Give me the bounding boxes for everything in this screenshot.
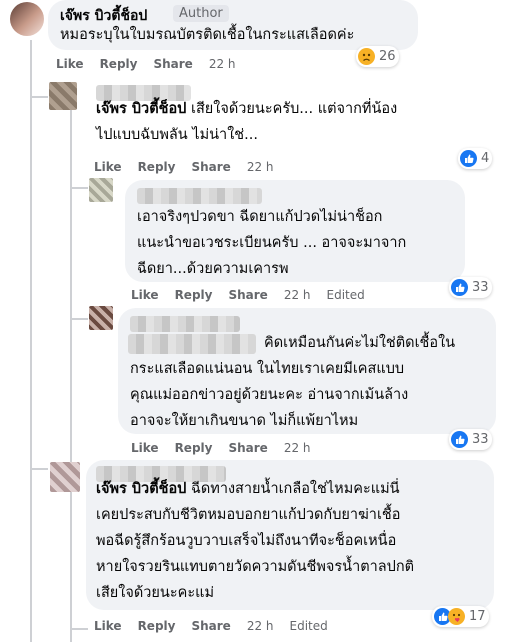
timestamp[interactable]: 22 h [247, 160, 274, 174]
reply-button[interactable]: Reply [175, 288, 213, 302]
timestamp[interactable]: 22 h [209, 57, 236, 71]
like-button[interactable]: Like [94, 619, 122, 633]
thread-connector [70, 318, 88, 320]
reply-button[interactable]: Reply [138, 619, 176, 633]
comment-author[interactable] [130, 316, 240, 332]
reaction-summary[interactable]: 17 [432, 606, 489, 627]
reaction-count: 4 [481, 151, 490, 166]
thread-connector [70, 187, 88, 189]
reaction-summary[interactable]: 26 [356, 46, 399, 67]
like-icon [451, 279, 468, 296]
reply-button[interactable]: Reply [175, 441, 213, 455]
comment-text: ไปแบบฉับพลัน ไม่น่าใช่... [96, 127, 258, 143]
comment-bubble: คิดเหมือนกันค่ะไม่ใช่ติดเชื้อใน กระแสเลื… [118, 308, 496, 434]
comment-actions: Like Reply Share 22 h [94, 160, 290, 174]
reaction-count: 33 [472, 432, 489, 447]
comment-author[interactable] [137, 188, 262, 204]
comment-actions: Like Reply Share 22 h [131, 441, 327, 455]
thread-connector [70, 628, 88, 630]
timestamp[interactable]: 22 h [284, 288, 311, 302]
reaction-count: 17 [469, 609, 486, 624]
comment-text: แนะนำขอเวชระเบียนครับ ... อาจจะมาจาก [137, 235, 407, 251]
thread-connector [30, 468, 48, 470]
comment-text: เอาจริงๆปวดขา ฉีดยาแก้ปวดไม่น่าช็อก [137, 209, 383, 225]
comment-text: เคยประสบกับชีวิตหมอบอกยาแก้ปวดกับยาฆ่าเช… [96, 507, 401, 523]
comment-text: เสียใจด้วยนะคะแม่ [96, 585, 215, 601]
avatar[interactable] [89, 306, 113, 330]
blurred-text [128, 334, 256, 354]
comment-text: หมอระบุในใบมรณบัตรติดเชื้อในกระแสเลือดค่… [60, 27, 355, 43]
avatar[interactable] [50, 462, 80, 492]
edited-label[interactable]: Edited [327, 288, 365, 302]
comment-actions: Like Reply Share 22 h Edited [94, 619, 344, 633]
reaction-count: 26 [379, 49, 396, 64]
mention-tag[interactable]: เจ๊พร บิวตี้ช็อป [96, 481, 186, 497]
reaction-count: 33 [472, 280, 489, 295]
like-button[interactable]: Like [131, 441, 159, 455]
avatar[interactable] [89, 178, 113, 202]
like-button[interactable]: Like [94, 160, 122, 174]
avatar[interactable] [10, 2, 44, 36]
comment-text: คิดเหมือนกันค่ะไม่ใช่ติดเชื้อใน [264, 335, 456, 351]
share-button[interactable]: Share [228, 288, 267, 302]
mention-tag[interactable]: เจ๊พร บิวตี้ช็อป [96, 101, 186, 117]
comment-text: ฉีดยา...ด้วยความเคารพ [137, 261, 289, 277]
comment-bubble: เจ๊พร บิวตี้ช็อป ฉีดทางสายน้ำเกลือใช่ไหม… [86, 460, 494, 610]
comment-actions: Like Reply Share 22 h Edited [131, 288, 381, 302]
comment-text: พอฉีดรู้สึกร้อนวูบวาบเสร็จไม่ถึงนาทีจะช็… [96, 533, 397, 549]
reaction-summary[interactable]: 33 [449, 429, 492, 450]
timestamp[interactable]: 22 h [247, 619, 274, 633]
reply-button[interactable]: Reply [138, 160, 176, 174]
avatar[interactable] [49, 82, 77, 110]
thread-line [70, 110, 72, 642]
author-badge: Author [173, 5, 229, 22]
like-icon [460, 150, 477, 167]
comment-bubble: เอาจริงๆปวดขา ฉีดยาแก้ปวดไม่น่าช็อก แนะน… [125, 180, 465, 282]
reply-button[interactable]: Reply [100, 57, 138, 71]
edited-label[interactable]: Edited [290, 619, 328, 633]
share-button[interactable]: Share [191, 160, 230, 174]
share-button[interactable]: Share [228, 441, 267, 455]
comment-text: คุณแม่ออกข่าวอยู่ด้วยนะคะ อ่านจากเม้นล้า… [130, 387, 409, 403]
comment-bubble: เจ๊พร บิวตี้ช็อป Author หมอระบุในใบมรณบั… [48, 0, 418, 50]
reaction-summary[interactable]: 33 [449, 277, 492, 298]
share-button[interactable]: Share [191, 619, 230, 633]
thread-line [30, 40, 32, 642]
share-button[interactable]: Share [153, 57, 192, 71]
comment-text: กระแสเลือดแน่นอน ในไทยเราเคยมีเคสแบบ [130, 361, 405, 377]
like-button[interactable]: Like [131, 288, 159, 302]
care-icon [448, 608, 465, 625]
comment-text: อาจจะให้ยาเกินขนาด ไม่ก็แพ้ยาไหม [130, 413, 359, 429]
comment-text: เจ๊พร บิวตี้ช็อป เสียใจด้วยนะครับ... แต่… [96, 101, 398, 117]
timestamp[interactable]: 22 h [284, 441, 311, 455]
reaction-summary[interactable]: 4 [458, 148, 493, 169]
like-icon [451, 431, 468, 448]
sad-icon [358, 48, 375, 65]
comment-actions: Like Reply Share 22 h [56, 57, 252, 71]
thread-connector [30, 96, 48, 98]
comment-text: หายใจรวยรินแทบตายวัดความดันชีพจรน้ำตาลปก… [96, 559, 415, 575]
comment-text: เจ๊พร บิวตี้ช็อป ฉีดทางสายน้ำเกลือใช่ไหม… [96, 481, 400, 497]
like-button[interactable]: Like [56, 57, 84, 71]
